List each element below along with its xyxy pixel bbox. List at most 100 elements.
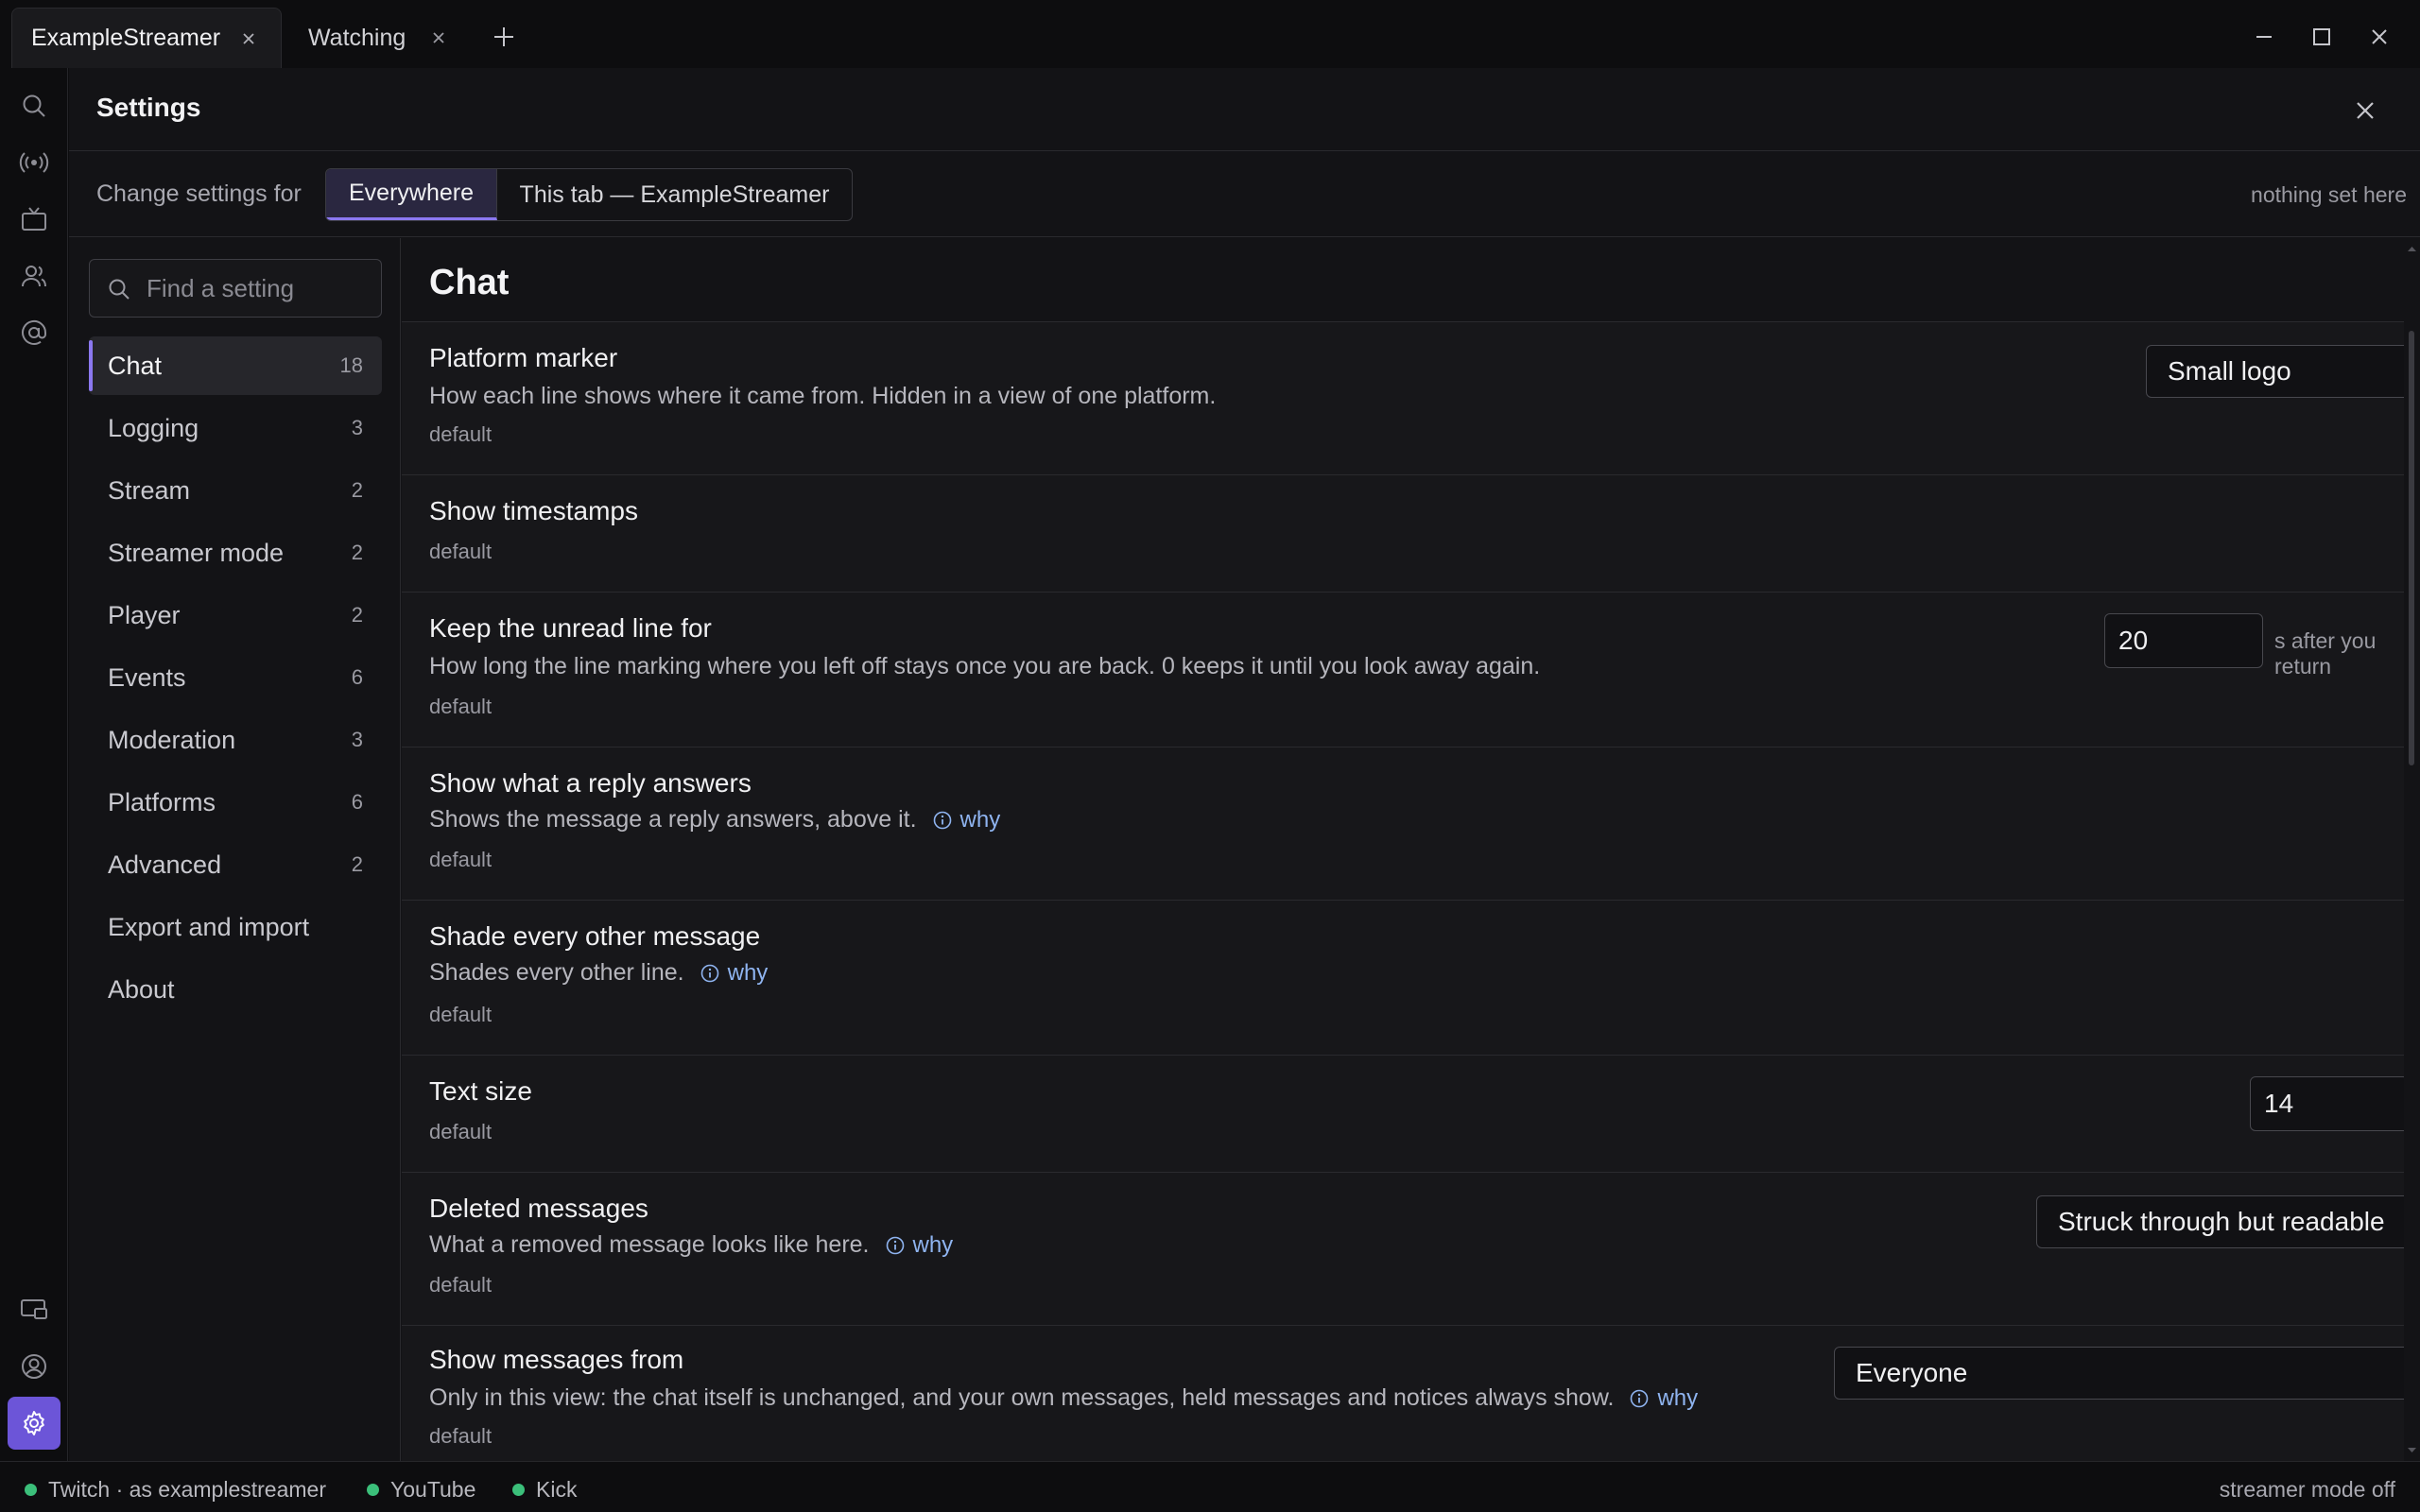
close-window-icon[interactable] — [2365, 23, 2394, 51]
nav-item-about[interactable]: About — [89, 960, 382, 1019]
plus-icon[interactable] — [490, 23, 518, 51]
tab-examplestreamer[interactable]: ExampleStreamer — [11, 8, 282, 68]
connection-kick[interactable]: Kick — [512, 1477, 577, 1503]
search-icon[interactable] — [15, 87, 53, 125]
setting-default-label: default — [429, 695, 493, 718]
settings-gear-icon[interactable] — [8, 1397, 60, 1450]
nav-item-label: Events — [108, 662, 186, 692]
setting-description: What a removed message looks like here. … — [429, 1231, 953, 1259]
tab-label: Watching — [308, 24, 406, 51]
content-scrollbar[interactable] — [2404, 238, 2420, 1461]
nav-item-logging[interactable]: Logging 3 — [89, 399, 382, 457]
tv-icon[interactable] — [15, 200, 53, 238]
nav-item-count: 2 — [351, 603, 363, 627]
section-title: Chat — [429, 263, 510, 302]
nav-item-label: Logging — [108, 413, 199, 442]
why-label: why — [959, 806, 1001, 833]
setting-title: Show timestamps — [429, 496, 638, 525]
broadcast-icon[interactable] — [15, 144, 53, 181]
nav-item-label: Player — [108, 600, 181, 629]
why-label: why — [1657, 1384, 1699, 1411]
setting-default-label: default — [429, 1120, 493, 1143]
nav-item-label: Stream — [108, 475, 191, 505]
close-tab-icon[interactable] — [235, 26, 262, 52]
nav-item-streamer-mode[interactable]: Streamer mode 2 — [89, 524, 382, 582]
account-icon[interactable] — [15, 1348, 53, 1385]
why-link[interactable]: why — [1629, 1385, 1698, 1412]
connected-dot-icon — [367, 1484, 379, 1496]
close-tab-icon[interactable] — [425, 25, 452, 51]
setting-default-label: default — [429, 422, 493, 446]
minimize-icon[interactable] — [2250, 23, 2278, 51]
nav-item-moderation[interactable]: Moderation 3 — [89, 711, 382, 769]
streamer-mode-status[interactable]: streamer mode off — [2220, 1477, 2395, 1503]
panel-header: Settings — [69, 68, 2420, 151]
panel-title: Settings — [96, 93, 201, 122]
mention-icon[interactable] — [15, 314, 53, 352]
connection-label: Kick — [536, 1477, 578, 1502]
setting-description: Shows the message a reply answers, above… — [429, 806, 1000, 833]
maximize-icon[interactable] — [2308, 23, 2336, 51]
connection-label: YouTube — [390, 1477, 476, 1502]
scope-segmented-control: Everywhere This tab — ExampleStreamer — [325, 168, 853, 221]
setting-default-label: default — [429, 540, 493, 563]
scope-this-tab-button[interactable]: This tab — ExampleStreamer — [497, 169, 852, 220]
nav-item-label: Chat — [108, 351, 163, 380]
platform-marker-select[interactable]: Small logo — [2146, 345, 2404, 398]
nav-item-count: 3 — [351, 416, 363, 439]
search-input[interactable] — [147, 260, 373, 317]
setting-description: How long the line marking where you left… — [429, 653, 1541, 679]
settings-nav: Chat 18 Logging 3 Stream 2 Streamer mode… — [69, 238, 401, 1461]
setting-messages-from: Show messages from Only in this view: th… — [402, 1325, 2404, 1461]
connection-twitch[interactable]: Twitch · as examplestreamer — [25, 1477, 326, 1503]
nav-item-platforms[interactable]: Platforms 6 — [89, 773, 382, 832]
info-icon — [933, 811, 951, 829]
tab-watching[interactable]: Watching — [308, 8, 459, 68]
connected-dot-icon — [512, 1484, 525, 1496]
setting-platform-marker: Platform marker How each line shows wher… — [402, 321, 2404, 474]
scroll-up-icon — [2408, 247, 2416, 251]
scope-everywhere-button[interactable]: Everywhere — [326, 169, 497, 220]
why-label: why — [912, 1231, 954, 1258]
deleted-messages-select[interactable]: Struck through but readable — [2036, 1195, 2404, 1248]
cast-icon[interactable] — [15, 1291, 53, 1329]
nav-item-label: Moderation — [108, 725, 236, 754]
nav-item-export-import[interactable]: Export and import — [89, 898, 382, 956]
text-size-input[interactable]: 14 — [2250, 1076, 2404, 1131]
nav-item-label: About — [108, 974, 175, 1004]
scope-bar: Change settings for Everywhere This tab … — [69, 152, 2420, 237]
nav-item-stream[interactable]: Stream 2 — [89, 461, 382, 520]
close-settings-icon[interactable] — [2349, 94, 2381, 127]
connection-youtube[interactable]: YouTube — [367, 1477, 475, 1503]
setting-show-timestamps: Show timestamps default — [402, 474, 2404, 592]
why-link[interactable]: why — [885, 1231, 954, 1259]
scope-label: Change settings for — [96, 180, 302, 207]
setting-default-label: default — [429, 848, 493, 871]
left-rail — [0, 68, 68, 1461]
nav-item-label: Advanced — [108, 850, 222, 879]
nav-item-chat[interactable]: Chat 18 — [89, 336, 382, 395]
setting-default-label: default — [429, 1273, 493, 1297]
setting-reply-answers: Show what a reply answers Shows the mess… — [402, 747, 2404, 900]
search-box[interactable] — [89, 259, 382, 318]
search-icon — [107, 277, 131, 301]
select-value: Small logo — [2168, 356, 2291, 386]
nav-list: Chat 18 Logging 3 Stream 2 Streamer mode… — [89, 336, 382, 1022]
select-value: Everyone — [1856, 1358, 1968, 1387]
unit-label: s after you return — [2274, 628, 2377, 679]
nav-item-count: 6 — [351, 665, 363, 689]
scroll-thumb[interactable] — [2409, 331, 2414, 765]
why-link[interactable]: why — [700, 960, 768, 987]
setting-unread-line: Keep the unread line for How long the li… — [402, 592, 2404, 747]
unread-line-input[interactable]: 20 — [2104, 613, 2263, 668]
setting-deleted-messages: Deleted messages What a removed message … — [402, 1172, 2404, 1325]
why-link[interactable]: why — [932, 806, 1001, 833]
messages-from-select[interactable]: Everyone — [1834, 1347, 2404, 1400]
nav-item-events[interactable]: Events 6 — [89, 648, 382, 707]
nav-item-player[interactable]: Player 2 — [89, 586, 382, 644]
setting-title: Deleted messages — [429, 1194, 648, 1223]
setting-description: How each line shows where it came from. … — [429, 383, 1217, 409]
info-icon — [1631, 1389, 1649, 1407]
users-icon[interactable] — [15, 257, 53, 295]
nav-item-advanced[interactable]: Advanced 2 — [89, 835, 382, 894]
